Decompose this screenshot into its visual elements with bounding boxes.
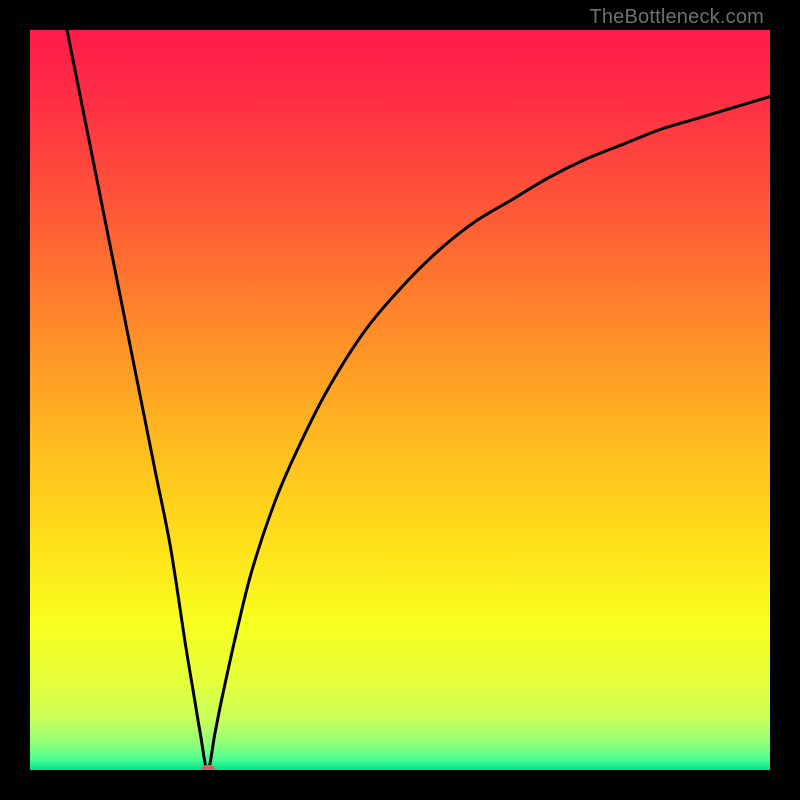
watermark-text: TheBottleneck.com	[589, 6, 764, 29]
plot-area	[30, 30, 770, 770]
chart-frame: TheBottleneck.com	[0, 0, 800, 800]
minimum-marker	[201, 765, 215, 770]
bottleneck-curve	[30, 30, 770, 770]
